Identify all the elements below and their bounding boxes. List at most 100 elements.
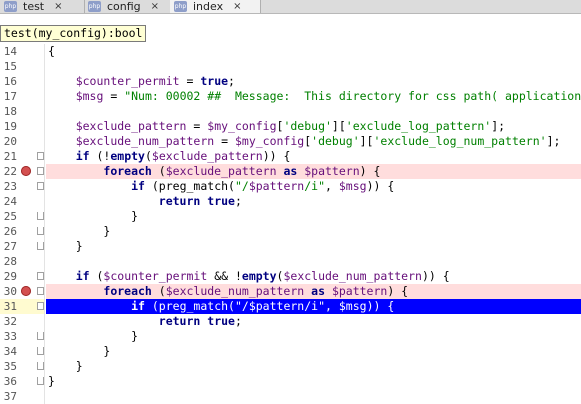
code-token: = (179, 74, 201, 88)
code-token: } (48, 359, 83, 373)
code-token: ) { (387, 284, 409, 298)
gutter-separator (44, 314, 45, 329)
variable-token: $my_config (207, 119, 277, 133)
fold-marker-icon[interactable] (37, 347, 44, 355)
code-line[interactable]: 20 $exclude_num_pattern = $my_config['de… (0, 134, 581, 149)
fold-marker-icon[interactable] (37, 302, 44, 310)
code-line[interactable]: 25 } (0, 209, 581, 224)
code-token: && ! (207, 269, 242, 283)
code-text: return true; (48, 194, 581, 209)
code-token: ( (89, 269, 104, 283)
string-token: "Num: 00002 ## Message: This directory f… (124, 89, 581, 103)
close-icon[interactable]: × (151, 1, 159, 12)
fold-marker-icon[interactable] (37, 152, 44, 160)
code-line[interactable]: 32 return true; (0, 314, 581, 329)
string-token: 'debug' (283, 119, 332, 133)
code-token: ]; (491, 119, 506, 133)
line-number: 23 (3, 180, 17, 193)
code-line[interactable]: 31 if (preg_match("/$pattern/i", $msg)) … (0, 299, 581, 314)
gutter-separator (44, 284, 45, 299)
code-token: } (48, 329, 139, 343)
code-line[interactable]: 36} (0, 374, 581, 389)
code-line[interactable]: 18 (0, 104, 581, 119)
tab-config[interactable]: php config × (84, 0, 171, 13)
code-token: , (325, 299, 339, 313)
code-token: ; (234, 314, 242, 328)
php-file-icon: php (174, 1, 187, 12)
code-line[interactable]: 21 if (!empty($exclude_pattern)) { (0, 149, 581, 164)
code-token: ][ (331, 119, 346, 133)
keyword-token: return (158, 314, 201, 328)
fold-marker-icon[interactable] (37, 167, 44, 175)
fold-marker-icon[interactable] (37, 287, 44, 295)
string-token: 'exclude_log_num_pattern' (373, 134, 547, 148)
code-line[interactable]: 17 $msg = "Num: 00002 ## Message: This d… (0, 89, 581, 104)
keyword-token: as (283, 164, 298, 178)
code-editor[interactable]: 14{15 16 $counter_permit = true; 17 $msg =… (0, 44, 581, 404)
code-line[interactable]: 27 } (0, 239, 581, 254)
code-line[interactable]: 26 } (0, 224, 581, 239)
fold-marker-icon[interactable] (37, 227, 44, 235)
close-icon[interactable]: × (233, 1, 241, 12)
code-line[interactable]: 22 foreach ($exclude_pattern as $pattern… (0, 164, 581, 179)
close-icon[interactable]: × (54, 1, 62, 12)
breakpoint-icon[interactable] (21, 286, 31, 296)
code-line[interactable]: 34 } (0, 344, 581, 359)
code-line[interactable]: 23 if (preg_match("/$pattern/i", $msg)) … (0, 179, 581, 194)
breakpoint-icon[interactable] (21, 166, 31, 176)
code-text: } (48, 344, 581, 359)
fold-marker-icon[interactable] (37, 332, 44, 340)
code-text: $exclude_num_pattern = $my_config['debug… (48, 134, 581, 149)
string-token: "/ (234, 179, 249, 193)
tab-test[interactable]: php test × (0, 0, 85, 13)
keyword-token: if (75, 269, 90, 283)
string-token: 'debug' (311, 134, 360, 148)
code-line[interactable]: 16 $counter_permit = true; (0, 74, 581, 89)
code-text: } (48, 359, 581, 374)
line-number: 32 (3, 315, 17, 328)
keyword-token: empty (241, 269, 277, 283)
line-number: 24 (3, 195, 17, 208)
code-token: ; (228, 74, 235, 88)
fold-marker-icon[interactable] (37, 362, 44, 370)
gutter-separator (44, 194, 45, 209)
code-line[interactable]: 28 (0, 254, 581, 269)
fold-marker-icon[interactable] (37, 182, 44, 190)
code-line[interactable]: 19 $exclude_pattern = $my_config['debug'… (0, 119, 581, 134)
keyword-token: if (75, 149, 90, 163)
fold-marker-icon[interactable] (37, 272, 44, 280)
variable-token: $counter_permit (75, 74, 180, 88)
code-text: $exclude_pattern = $my_config['debug']['… (48, 119, 581, 134)
fold-marker-icon[interactable] (37, 242, 44, 250)
code-line[interactable]: 14 { (0, 44, 581, 59)
keyword-token: as (311, 284, 325, 298)
code-line[interactable]: 30 foreach ($exclude_num_pattern as $pat… (0, 284, 581, 299)
line-number: 21 (3, 150, 17, 163)
code-token: } (48, 224, 111, 238)
code-token: )) { (421, 269, 450, 283)
variable-token: $pattern (248, 179, 305, 193)
keyword-token: foreach (103, 284, 152, 298)
fold-marker-icon[interactable] (37, 212, 44, 220)
line-number: 28 (3, 255, 17, 268)
fold-marker-icon[interactable] (37, 377, 44, 385)
code-line[interactable]: 15 (0, 59, 581, 74)
code-line[interactable]: 33 } (0, 329, 581, 344)
code-line[interactable]: 24 return true; (0, 194, 581, 209)
code-line[interactable]: 37 (0, 389, 581, 404)
code-line[interactable]: 35 } (0, 359, 581, 374)
line-number: 33 (3, 330, 17, 343)
code-text: $counter_permit = true; (48, 74, 581, 89)
keyword-token: true (207, 194, 235, 208)
gutter-separator (44, 299, 45, 314)
code-line[interactable]: 29 if ($counter_permit && !empty($exclud… (0, 269, 581, 284)
line-number: 36 (3, 375, 17, 388)
code-text: return true; (48, 314, 581, 329)
tab-index[interactable]: php index × (170, 0, 261, 13)
code-token: ; (234, 194, 242, 208)
